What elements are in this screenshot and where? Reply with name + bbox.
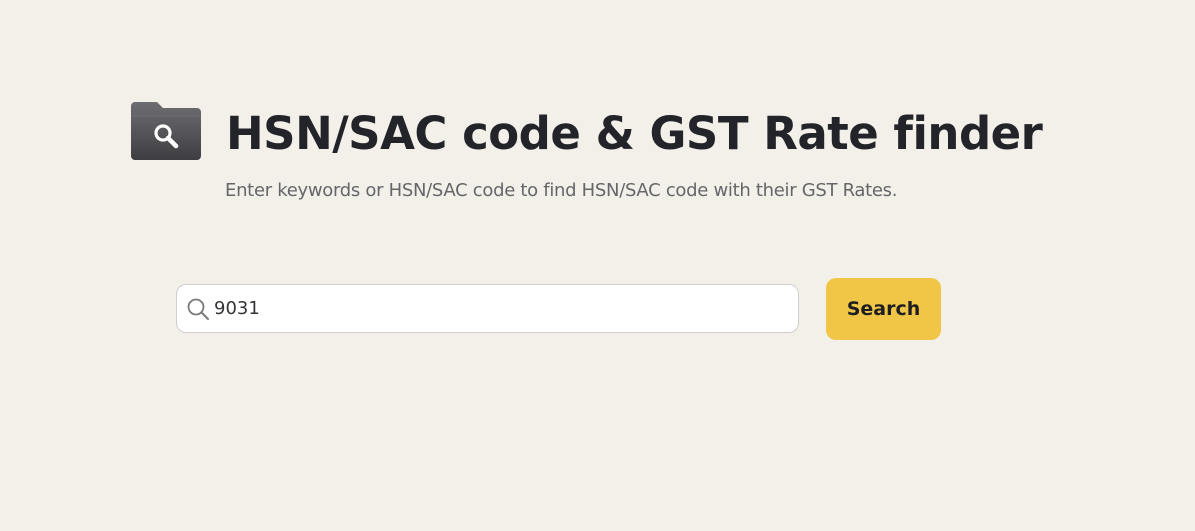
- search-icon: [187, 298, 209, 320]
- search-box[interactable]: [176, 284, 799, 333]
- page-title: HSN/SAC code & GST Rate finder: [226, 107, 1043, 160]
- search-input[interactable]: [214, 285, 789, 332]
- page-subtitle: Enter keywords or HSN/SAC code to find H…: [225, 180, 898, 201]
- search-button[interactable]: Search: [826, 278, 941, 340]
- folder-search-icon: [131, 102, 201, 160]
- page: HSN/SAC code & GST Rate finder Enter key…: [0, 0, 1195, 531]
